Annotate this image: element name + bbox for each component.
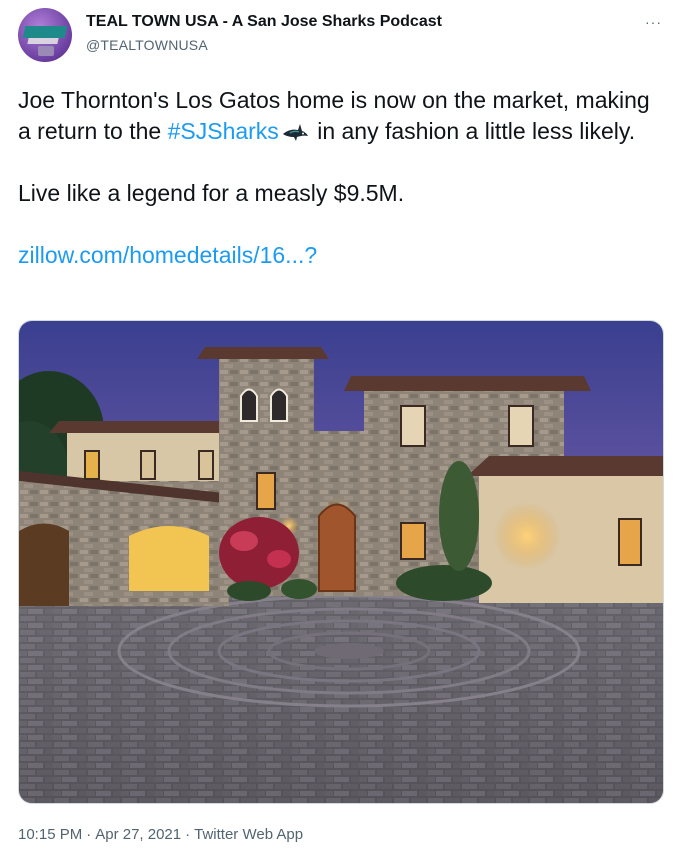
tweet-time[interactable]: 10:15 PM: [18, 826, 82, 843]
tweet-source[interactable]: Twitter Web App: [194, 826, 303, 843]
tweet-paragraph-2: Live like a legend for a measly $9.5M.: [18, 180, 405, 206]
meta-separator: ·: [86, 826, 92, 843]
meta-separator: ·: [185, 826, 191, 843]
handle[interactable]: @TEALTOWNUSA: [86, 37, 208, 53]
avatar-logo-bar: [22, 26, 68, 38]
zillow-link[interactable]: zillow.com/homedetails/16...?: [18, 242, 317, 268]
tweet-date[interactable]: Apr 27, 2021: [95, 826, 181, 843]
more-icon[interactable]: ···: [645, 14, 662, 30]
tweet-text: Joe Thornton's Los Gatos home is now on …: [18, 85, 658, 271]
avatar-logo-badge: [38, 46, 54, 56]
tweet-paragraph-1: Joe Thornton's Los Gatos home is now on …: [18, 85, 658, 147]
hashtag-link[interactable]: #SJSharks: [168, 118, 279, 144]
display-name[interactable]: TEAL TOWN USA - A San Jose Sharks Podcas…: [86, 13, 442, 31]
tweet-text-post: in any fashion a little less likely.: [310, 118, 636, 144]
tweet-photo[interactable]: [18, 320, 664, 804]
avatar[interactable]: [18, 8, 72, 62]
tweet-meta: 10:15 PM · Apr 27, 2021 · Twitter Web App: [18, 826, 303, 843]
house-photo: [19, 321, 663, 803]
shark-icon: [282, 124, 308, 141]
avatar-logo-stripe: [27, 38, 59, 44]
